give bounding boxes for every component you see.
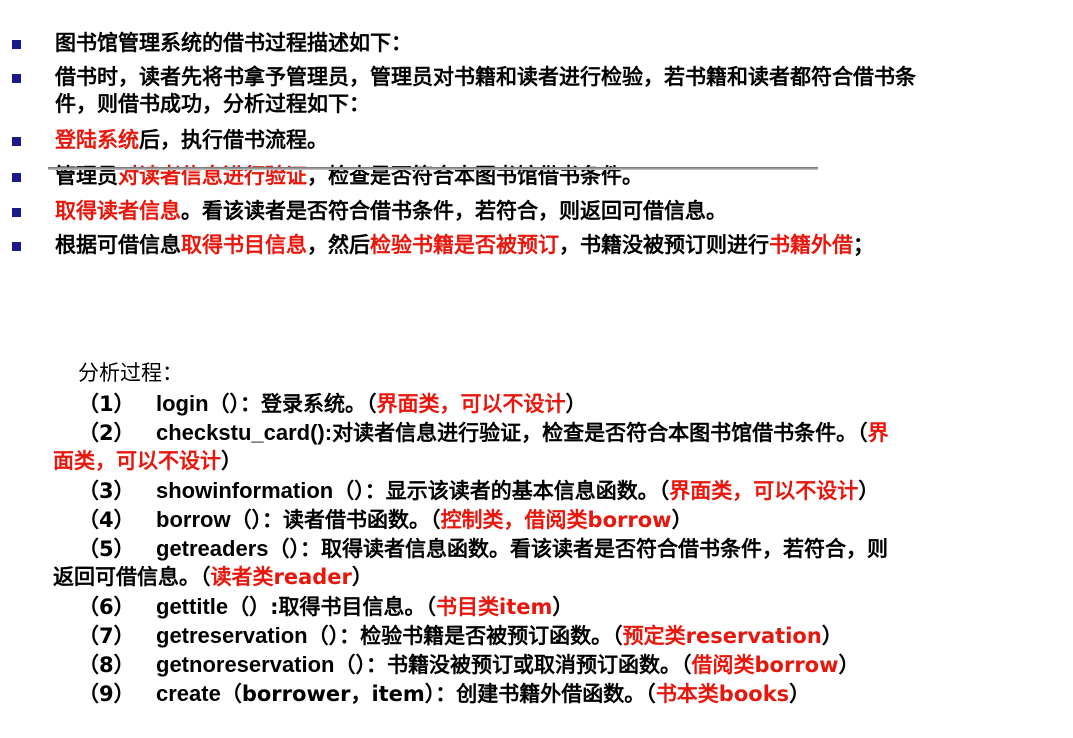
square-bullet-icon (12, 74, 21, 83)
step-number: （4） (78, 508, 135, 532)
step-number: （9） (78, 682, 135, 706)
highlighted-text: 面类，可以不设计 (53, 449, 221, 473)
text-segment: （）：取得读者信息函数。看该读者是否符合借书条件，若符合，则 (268, 537, 889, 561)
analysis-continuation: 面类，可以不设计） (53, 447, 242, 476)
text-segment: ） (552, 595, 574, 619)
step-number: （6） (78, 595, 135, 619)
text-segment: ） (821, 624, 843, 648)
highlighted-text: 检验书籍是否被预订 (370, 233, 559, 257)
analysis-continuation: 返回可借信息。（读者类reader） (53, 563, 373, 592)
square-bullet-icon (12, 173, 21, 182)
step-number: （3） (78, 479, 135, 503)
bullet-text: 图书馆管理系统的借书过程描述如下： (55, 30, 1060, 57)
text-segment: 返回可借信息。（ (53, 565, 211, 589)
bullet-text: 借书时，读者先将书拿予管理员，管理员对书籍和读者进行检验，若书籍和读者都符合借书… (55, 64, 1060, 91)
text-segment: 根据可借信息 (55, 233, 181, 257)
highlighted-text: 预定类reservation (622, 624, 822, 648)
square-bullet-icon (12, 137, 21, 146)
highlighted-text: 借阅类borrow (691, 653, 839, 677)
analysis-step: （4） borrow（）：读者借书函数。（控制类，借阅类borrow） (78, 505, 693, 535)
highlighted-text: 书籍外借 (769, 233, 853, 257)
step-number: （1） (78, 392, 135, 416)
text-segment: 对读者信息进行验证，检查是否符合本图书馆借书条件。（ (332, 421, 868, 445)
divider-line (48, 167, 818, 170)
analysis-step: （2） checkstu_card():对读者信息进行验证，检查是否符合本图书馆借… (78, 418, 889, 448)
highlighted-text: 界 (867, 421, 889, 445)
text-segment: （）：读者借书函数。（ (230, 508, 441, 532)
highlighted-text: 取得读者信息 (55, 199, 181, 223)
highlighted-text: 控制类，借阅类borrow (440, 508, 672, 532)
analysis-step: （7） getreservation（）：检验书籍是否被预订函数。（预定类rese… (78, 621, 843, 651)
bullet-text: 件，则借书成功，分析过程如下： (55, 91, 1060, 118)
highlighted-text: 登陆系统 (55, 128, 139, 152)
bullet-text: 取得读者信息。看该读者是否符合借书条件，若符合，则返回可借信息。 (55, 198, 1060, 225)
bullet-text: 登陆系统后，执行借书流程。 (55, 127, 1060, 154)
function-name: getreaders (156, 536, 269, 561)
step-number: （5） (78, 537, 135, 561)
text-segment: ； (853, 233, 874, 257)
text-segment: ） (671, 508, 693, 532)
text-segment: ） (789, 682, 811, 706)
bullet-text: 根据可借信息取得书目信息，然后检验书籍是否被预订，书籍没被预订则进行书籍外借； (55, 232, 1060, 259)
function-name: borrow (156, 507, 231, 532)
text-segment: ，书籍没被预订则进行 (559, 233, 769, 257)
highlighted-text: 读者类reader (210, 565, 352, 589)
analysis-step: （8） getnoreservation（）：书籍没被预订或取消预订函数。（借阅类… (78, 650, 860, 680)
analysis-step: （3） showinformation（）：显示该读者的基本信息函数。（界面类，可… (78, 476, 879, 506)
highlighted-text: 取得书目信息 (181, 233, 307, 257)
square-bullet-icon (12, 242, 21, 251)
analysis-step: （5） getreaders（）：取得读者信息函数。看该读者是否符合借书条件，若符… (78, 534, 888, 564)
analysis-title: 分析过程： (78, 361, 183, 385)
text-segment: ） (838, 653, 860, 677)
function-name: login (156, 391, 209, 416)
square-bullet-icon (12, 208, 21, 217)
text-segment: （）：书籍没被预订或取消预订函数。（ (334, 653, 692, 677)
text-segment: 后，执行借书流程。 (139, 128, 328, 152)
analysis-step: （9） create（borrower，item）：创建书籍外借函数。（书本类bo… (78, 679, 810, 709)
text-segment: （）：检验书籍是否被预订函数。（ (307, 624, 623, 648)
function-name: showinformation (156, 478, 334, 503)
step-number: （8） (78, 653, 135, 677)
text-segment: ） (351, 565, 373, 589)
function-name: checkstu_card(): (156, 420, 333, 445)
text-segment: （）：登录系统。（ (208, 392, 377, 416)
text-segment: 件，则借书成功，分析过程如下： (55, 92, 370, 116)
text-segment: 图书馆管理系统的借书过程描述如下： (55, 31, 412, 55)
function-name: create (156, 681, 221, 706)
highlighted-text: 书目类item (436, 595, 553, 619)
text-segment: （）:取得书目信息。（ (228, 595, 437, 619)
function-name: getnoreservation (156, 652, 335, 677)
text-segment: ） (221, 449, 242, 473)
text-segment: ） (858, 479, 880, 503)
text-segment: ，然后 (307, 233, 370, 257)
function-name: getreservation (156, 623, 308, 648)
text-segment: （borrower，item）：创建书籍外借函数。（ (220, 682, 656, 706)
text-segment: 借书时，读者先将书拿予管理员，管理员对书籍和读者进行检验，若书籍和读者都符合借书… (55, 65, 916, 89)
text-segment: （）：显示该读者的基本信息函数。（ (333, 479, 670, 503)
text-segment: ） (565, 392, 587, 416)
highlighted-text: 界面类，可以不设计 (669, 479, 859, 503)
square-bullet-icon (12, 40, 21, 49)
highlighted-text: 书本类books (655, 682, 790, 706)
step-number: （2） (78, 421, 135, 445)
analysis-step: （1） login（）：登录系统。（界面类，可以不设计） (78, 389, 587, 419)
highlighted-text: 界面类，可以不设计 (376, 392, 566, 416)
text-segment: 。看该读者是否符合借书条件，若符合，则返回可借信息。 (181, 199, 727, 223)
function-name: gettitle (156, 594, 229, 619)
step-number: （7） (78, 624, 135, 648)
analysis-step: （6） gettitle（）:取得书目信息。（书目类item） (78, 592, 573, 622)
